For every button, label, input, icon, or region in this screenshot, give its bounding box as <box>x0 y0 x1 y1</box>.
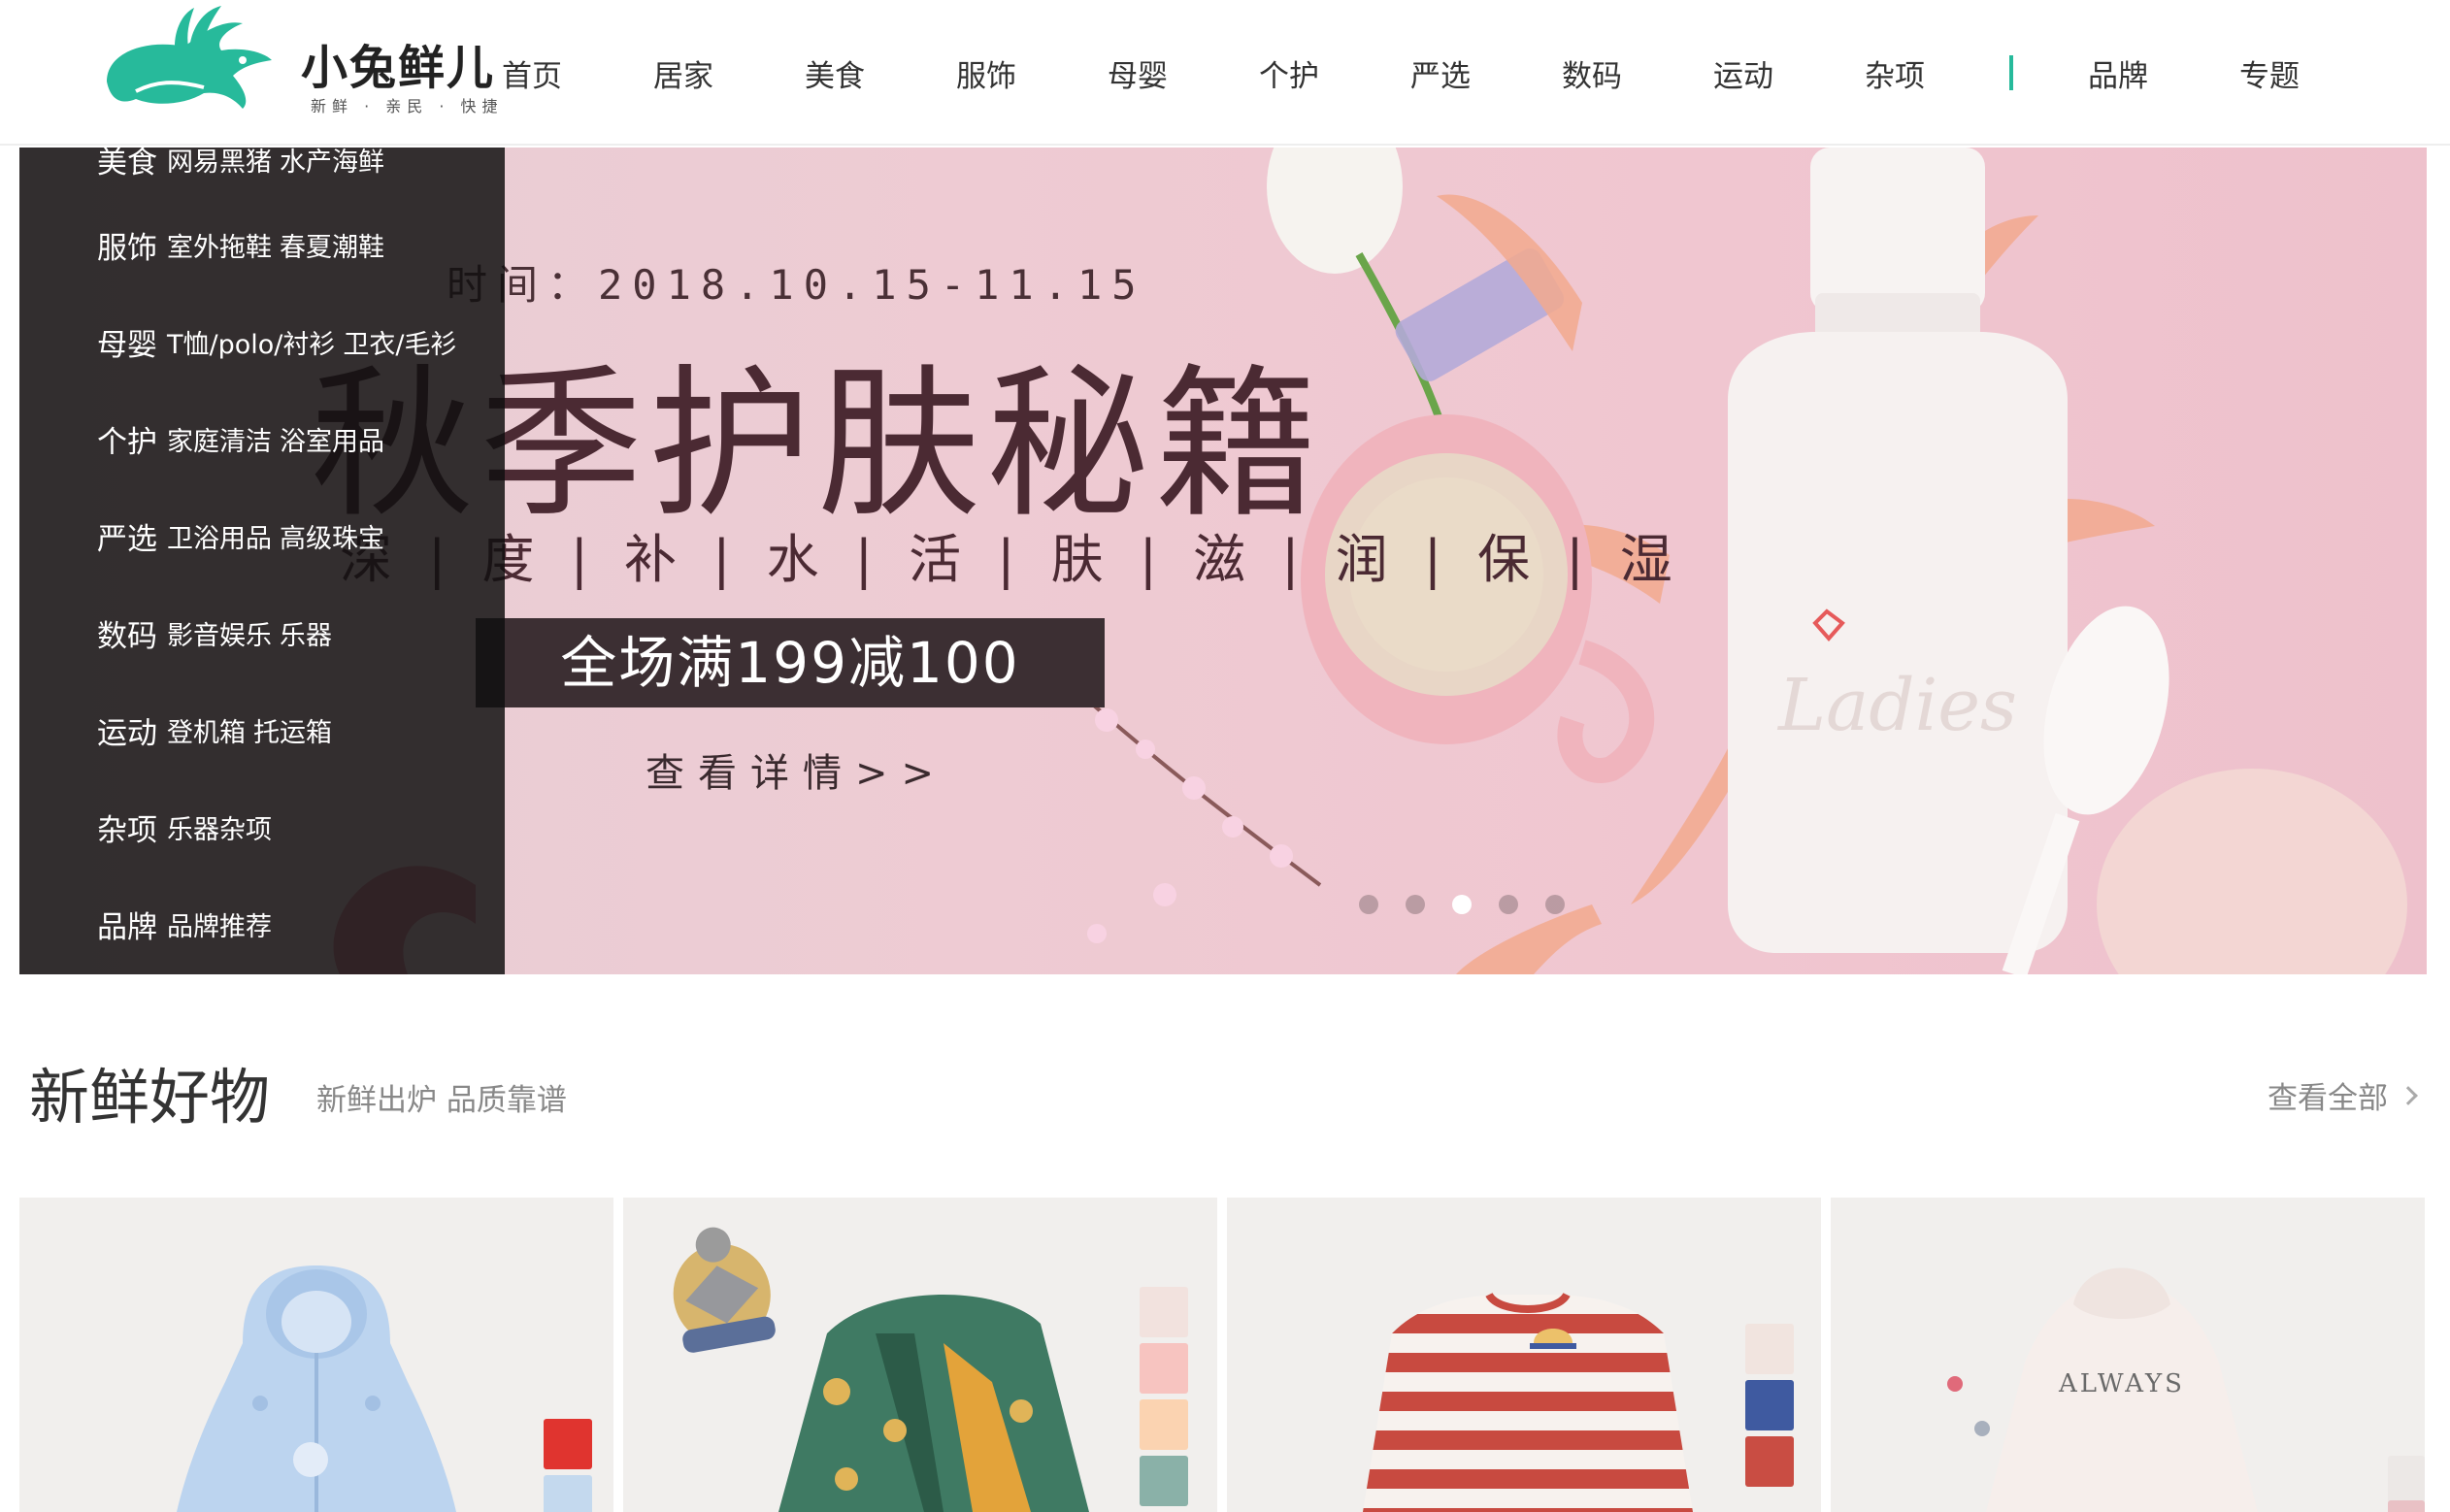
category-name: 数码 <box>97 618 157 654</box>
category-sub-link[interactable]: 高级珠宝 <box>280 517 384 555</box>
site-logo[interactable]: 小兔鲜儿 新鲜 · 亲民 · 快捷 <box>97 4 498 118</box>
view-all-label: 查看全部 <box>2268 1081 2388 1116</box>
category-name: 杂项 <box>97 812 157 848</box>
color-swatch[interactable] <box>1745 1436 1794 1487</box>
color-swatch[interactable] <box>1745 1380 1794 1430</box>
category-sub-link[interactable]: 托运箱 <box>253 711 332 749</box>
nav-item-sports[interactable]: 运动 <box>1668 51 1819 95</box>
color-swatch[interactable] <box>1140 1287 1188 1337</box>
nav-item-home-living[interactable]: 居家 <box>608 51 759 95</box>
category-name: 美食 <box>97 148 157 181</box>
product-card[interactable] <box>623 1198 1217 1512</box>
kids-puffer-jacket-icon <box>673 1227 1089 1512</box>
nav-item-digital[interactable]: 数码 <box>1516 51 1668 95</box>
category-item-apparel[interactable]: 服饰 室外拖鞋 春夏潮鞋 <box>97 215 392 274</box>
color-swatch[interactable] <box>2388 1500 2425 1512</box>
carousel-dot-active[interactable] <box>1452 895 1472 914</box>
product-card[interactable] <box>19 1198 613 1512</box>
color-swatch[interactable] <box>544 1475 592 1512</box>
view-all-link[interactable]: 查看全部 <box>2268 1073 2418 1117</box>
color-swatch[interactable] <box>1140 1456 1188 1506</box>
category-sub-link[interactable]: 品牌推荐 <box>167 905 272 943</box>
baby-snowsuit-icon <box>177 1265 456 1512</box>
category-sub-link[interactable]: 影音娱乐 <box>167 614 272 652</box>
banner-promo: 全场满199减100 <box>476 618 1105 707</box>
category-menu: 美食 网易黑猪 水产海鲜 服饰 室外拖鞋 春夏潮鞋 母婴 T恤/polo/衬衫 … <box>19 148 505 974</box>
color-swatch[interactable] <box>1140 1343 1188 1394</box>
category-sub-link[interactable]: 卫衣/毛衫 <box>343 323 456 361</box>
category-sub-link[interactable]: 浴室用品 <box>280 420 384 458</box>
nav-item-baby[interactable]: 母婴 <box>1062 51 1213 95</box>
nav-divider <box>2009 55 2013 90</box>
category-sub-link[interactable]: 春夏潮鞋 <box>280 226 384 264</box>
bottle-label: Ladies <box>1776 664 2017 747</box>
product-grid: ALWAYS <box>19 1198 2427 1512</box>
category-item-food[interactable]: 美食 网易黑猪 水产海鲜 <box>97 148 392 188</box>
nav-item-home[interactable]: 首页 <box>456 51 608 95</box>
carousel-indicators <box>1359 895 1565 914</box>
category-item-personal-care[interactable]: 个护 家庭清洁 浴室用品 <box>97 410 392 468</box>
nav-item-topic[interactable]: 专题 <box>2194 51 2345 95</box>
category-sub-link[interactable]: 乐器 <box>280 614 332 652</box>
category-sub-link[interactable]: 室外拖鞋 <box>167 226 272 264</box>
category-sub-link[interactable]: 乐器杂项 <box>167 808 272 846</box>
banner-view-details-link[interactable]: 查看详情>> <box>646 741 947 798</box>
main-nav: 首页 居家 美食 服饰 母婴 个护 严选 数码 运动 杂项 品牌 专题 <box>456 0 2345 146</box>
nav-item-selection[interactable]: 严选 <box>1365 51 1516 95</box>
category-sub-link[interactable]: 卫浴用品 <box>167 517 272 555</box>
color-swatch[interactable] <box>1140 1399 1188 1450</box>
carousel-dot[interactable] <box>1499 895 1518 914</box>
category-sub-link[interactable]: 网易黑猪 <box>167 148 272 179</box>
striped-sweater-icon <box>1363 1292 1693 1512</box>
color-swatch[interactable] <box>1745 1324 1794 1374</box>
banner-tags: 深 | 度 | 补 | 水 | 活 | 肤 | 滋 | 润 | 保 | 湿 <box>340 529 1682 590</box>
category-item-sports[interactable]: 运动 登机箱 托运箱 <box>97 701 340 759</box>
category-sub-link[interactable]: 登机箱 <box>167 711 246 749</box>
section-title: 新鲜好物 <box>29 1062 271 1133</box>
kids-hoodie-icon: ALWAYS <box>1947 1267 2258 1512</box>
nav-item-personal-care[interactable]: 个护 <box>1213 51 1365 95</box>
site-header: 小兔鲜儿 新鲜 · 亲民 · 快捷 首页 居家 美食 服饰 母婴 个护 严选 数… <box>0 0 2450 146</box>
category-name: 服饰 <box>97 230 157 266</box>
category-item-misc[interactable]: 杂项 乐器杂项 <box>97 798 280 856</box>
color-swatch[interactable] <box>2388 1456 2425 1506</box>
color-swatch[interactable] <box>544 1419 592 1469</box>
category-sub-link[interactable]: 水产海鲜 <box>280 148 384 179</box>
carousel-dot[interactable] <box>1406 895 1425 914</box>
chevron-right-icon <box>2399 1085 2418 1105</box>
category-item-digital[interactable]: 数码 影音娱乐 乐器 <box>97 604 340 662</box>
category-name: 品牌 <box>97 909 157 945</box>
category-item-selection[interactable]: 严选 卫浴用品 高级珠宝 <box>97 507 392 565</box>
carousel-dot[interactable] <box>1359 895 1378 914</box>
banner-date: 时间：2018.10.15-11.15 <box>447 261 1146 309</box>
section-subtitle: 新鲜出炉 品质靠谱 <box>316 1083 567 1118</box>
category-item-brand[interactable]: 品牌 品牌推荐 <box>97 895 280 953</box>
category-name: 个护 <box>97 424 157 460</box>
rabbit-logo-icon <box>107 6 272 109</box>
hoodie-print: ALWAYS <box>2058 1369 2185 1398</box>
category-sub-link[interactable]: T恤/polo/衬衫 <box>167 323 335 361</box>
nav-item-brand[interactable]: 品牌 <box>2042 51 2194 95</box>
category-name: 运动 <box>97 715 157 751</box>
carousel-dot[interactable] <box>1545 895 1565 914</box>
product-card[interactable]: ALWAYS <box>1831 1198 2425 1512</box>
product-card[interactable] <box>1227 1198 1821 1512</box>
category-name: 严选 <box>97 521 157 557</box>
nav-item-food[interactable]: 美食 <box>759 51 910 95</box>
category-sub-link[interactable]: 家庭清洁 <box>167 420 272 458</box>
category-item-baby[interactable]: 母婴 T恤/polo/衬衫 卫衣/毛衫 <box>97 312 464 371</box>
category-name: 母婴 <box>97 327 157 363</box>
nav-item-apparel[interactable]: 服饰 <box>910 51 1062 95</box>
nav-item-misc[interactable]: 杂项 <box>1819 51 1970 95</box>
